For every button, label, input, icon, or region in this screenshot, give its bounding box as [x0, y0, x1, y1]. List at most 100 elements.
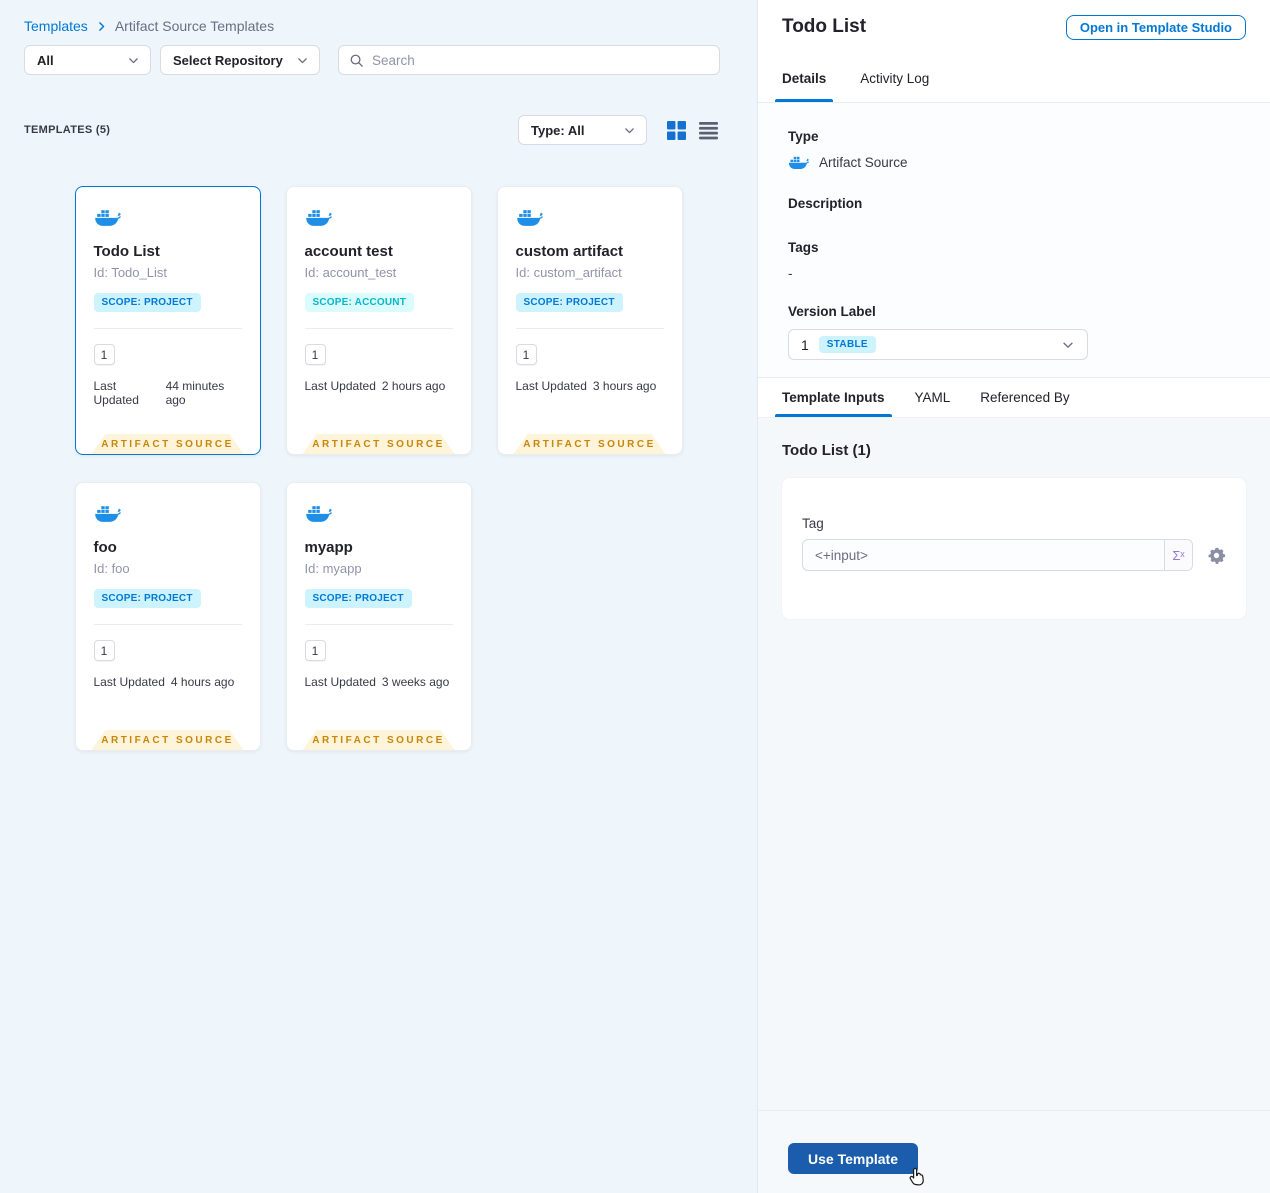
search-field[interactable] [338, 45, 720, 75]
docker-icon [94, 503, 121, 524]
details-header: Todo List Open in Template Studio [758, 0, 1270, 54]
version-value: 1 [801, 336, 809, 353]
card-id: Id: myapp [304, 561, 362, 576]
scope-badge: SCOPE: ACCOUNT [304, 293, 415, 312]
input-settings-button[interactable] [1207, 546, 1226, 565]
template-card-custom-artifact[interactable]: custom artifact Id: custom_artifact SCOP… [496, 186, 683, 455]
chevron-down-icon [623, 124, 636, 137]
template-cards-grid: Todo List Id: Todo_List SCOPE: PROJECT 1… [74, 186, 683, 751]
tab-yaml[interactable]: YAML [915, 378, 951, 417]
templates-list-panel: Templates Artifact Source Templates All … [0, 0, 757, 1193]
docker-icon [305, 207, 332, 228]
version-label: Version Label [788, 304, 876, 319]
card-id: Id: account_test [304, 265, 397, 280]
search-icon [349, 53, 364, 68]
docker-icon [788, 154, 809, 171]
card-title: foo [93, 539, 117, 556]
search-input[interactable] [372, 52, 709, 68]
tab-activity-log[interactable]: Activity Log [860, 54, 929, 102]
last-updated: Last Updated 44 minutes ago [93, 379, 225, 407]
divider [515, 328, 664, 329]
template-card-foo[interactable]: foo Id: foo SCOPE: PROJECT 1 Last Update… [74, 482, 261, 751]
last-updated: Last Updated 2 hours ago [304, 379, 446, 393]
scope-badge: SCOPE: PROJECT [93, 589, 201, 608]
version-count-badge: 1 [304, 640, 326, 661]
version-count-badge: 1 [93, 640, 115, 661]
expression-toggle-button[interactable]: Σˣ [1164, 540, 1192, 570]
tag-label: Tag [802, 516, 824, 531]
tag-input-wrap: Σˣ [802, 539, 1193, 571]
tag-input-row: Σˣ [802, 539, 1226, 571]
type-label: Type [788, 129, 819, 144]
divider [304, 328, 453, 329]
filter-bar: All Select Repository [24, 45, 733, 75]
type-filter-dropdown[interactable]: Type: All [518, 115, 647, 145]
last-updated: Last Updated 4 hours ago [93, 675, 235, 689]
template-card-myapp[interactable]: myapp Id: myapp SCOPE: PROJECT 1 Last Up… [285, 482, 472, 751]
card-id: Id: Todo_List [93, 265, 167, 280]
chevron-down-icon [296, 54, 309, 67]
template-card-account-test[interactable]: account test Id: account_test SCOPE: ACC… [285, 186, 472, 455]
docker-icon [305, 503, 332, 524]
card-id: Id: custom_artifact [515, 265, 622, 280]
templates-count-label: TEMPLATES (5) [24, 124, 111, 136]
template-inputs-section: Todo List (1) Tag Σˣ [758, 418, 1270, 1110]
list-header: TEMPLATES (5) Type: All [24, 115, 733, 145]
card-title: myapp [304, 539, 353, 556]
card-id: Id: foo [93, 561, 130, 576]
details-tabbar: Details Activity Log [758, 54, 1270, 103]
artifact-source-ribbon: ARTIFACT SOURCE [303, 730, 455, 750]
docker-icon [94, 207, 121, 228]
breadcrumb-templates-link[interactable]: Templates [24, 18, 88, 34]
version-dropdown[interactable]: 1 STABLE [788, 329, 1088, 360]
card-title: Todo List [93, 243, 160, 260]
scope-filter-dropdown[interactable]: All [24, 45, 151, 75]
breadcrumb-separator-icon [95, 20, 108, 33]
list-view-icon[interactable] [699, 121, 718, 140]
card-title: custom artifact [515, 243, 624, 260]
tab-details[interactable]: Details [774, 54, 834, 102]
inputs-heading: Todo List (1) [782, 442, 871, 459]
template-details-panel: Todo List Open in Template Studio Detail… [757, 0, 1270, 1193]
scope-badge: SCOPE: PROJECT [304, 589, 412, 608]
tags-value: - [788, 266, 793, 281]
tag-input[interactable] [803, 540, 1164, 570]
artifact-source-ribbon: ARTIFACT SOURCE [92, 434, 244, 454]
tab-template-inputs[interactable]: Template Inputs [775, 378, 892, 417]
version-count-badge: 1 [304, 344, 326, 365]
last-updated: Last Updated 3 weeks ago [304, 675, 450, 689]
divider [93, 328, 242, 329]
version-count-badge: 1 [93, 344, 115, 365]
description-label: Description [788, 196, 863, 211]
tags-label: Tags [788, 240, 819, 255]
artifact-source-ribbon: ARTIFACT SOURCE [514, 434, 666, 454]
grid-view-icon[interactable] [667, 121, 686, 140]
divider [304, 624, 453, 625]
artifact-source-ribbon: ARTIFACT SOURCE [303, 434, 455, 454]
scope-badge: SCOPE: PROJECT [515, 293, 623, 312]
scope-badge: SCOPE: PROJECT [93, 293, 201, 312]
gear-icon [1207, 546, 1226, 565]
inputs-tabbar: Template Inputs YAML Referenced By [758, 377, 1270, 418]
tab-referenced-by[interactable]: Referenced By [980, 378, 1069, 417]
card-title: account test [304, 243, 393, 260]
breadcrumb-current: Artifact Source Templates [114, 18, 275, 34]
breadcrumb: Templates Artifact Source Templates [0, 0, 757, 34]
template-card-todo-list[interactable]: Todo List Id: Todo_List SCOPE: PROJECT 1… [74, 186, 261, 455]
type-value-row: Artifact Source [788, 154, 1240, 171]
chevron-down-icon [127, 54, 140, 67]
view-toggles [667, 121, 718, 140]
type-value: Artifact Source [819, 155, 908, 170]
inputs-card: Tag Σˣ [782, 478, 1246, 619]
page-title: Todo List [782, 16, 867, 37]
artifact-source-ribbon: ARTIFACT SOURCE [92, 730, 244, 750]
docker-icon [516, 207, 543, 228]
repository-filter-dropdown[interactable]: Select Repository [160, 45, 320, 75]
version-count-badge: 1 [515, 344, 537, 365]
details-section: Type Artifact Source Description Tags - … [758, 103, 1270, 377]
use-template-button[interactable]: Use Template [788, 1143, 918, 1174]
last-updated: Last Updated 3 hours ago [515, 379, 657, 393]
panel-footer: Use Template [758, 1110, 1270, 1193]
open-in-template-studio-button[interactable]: Open in Template Studio [1065, 14, 1246, 40]
divider [93, 624, 242, 625]
